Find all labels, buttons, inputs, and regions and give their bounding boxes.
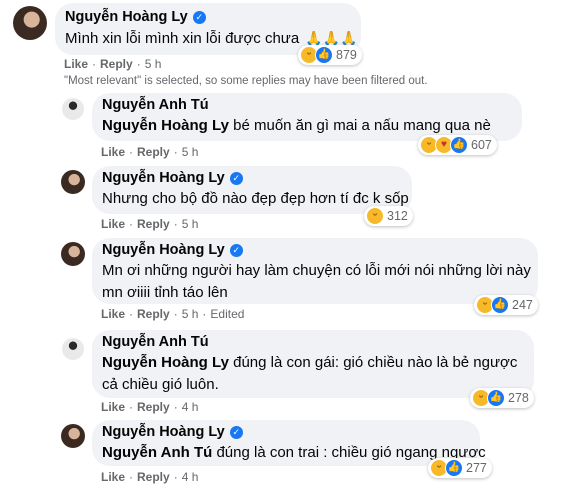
like-button[interactable]: Like xyxy=(101,217,125,231)
reaction-count: 607 xyxy=(471,138,492,152)
author-name[interactable]: Nguyễn Hoàng Ly xyxy=(102,170,225,186)
mention-tag[interactable]: Nguyễn Hoàng Ly xyxy=(102,117,229,134)
author-name[interactable]: Nguyễn Hoàng Ly xyxy=(102,242,225,258)
author-name[interactable]: Nguyễn Hoàng Ly xyxy=(102,424,225,440)
author-name[interactable]: Nguyễn Hoàng Ly xyxy=(65,9,188,25)
reply-button[interactable]: Reply xyxy=(137,307,170,321)
reaction-summary[interactable]: ᵕ 312 xyxy=(364,206,413,226)
timestamp[interactable]: 5 h xyxy=(182,217,199,231)
avatar[interactable] xyxy=(62,98,84,120)
comment-text: Nguyễn Hoàng Ly đúng là con gái: gió chi… xyxy=(102,353,517,395)
comment-body-line-2: mn ơiiii tỉnh táo lên xyxy=(102,284,228,301)
like-button[interactable]: Like xyxy=(101,470,125,484)
verified-badge-icon: ✓ xyxy=(229,425,243,439)
comment-author[interactable]: Nguyễn Anh Tú xyxy=(102,334,209,350)
comment-1: Nguyễn Hoàng Ly ✓ Mình xin lỗi mình xin … xyxy=(0,0,580,71)
comment-actions: Like · Reply · 4 h xyxy=(101,400,199,414)
comment-text: Nguyễn Hoàng Ly bé muốn ăn gì mai a nấu … xyxy=(102,116,491,136)
filter-notice: "Most relevant" is selected, so some rep… xyxy=(64,75,428,87)
reaction-count: 278 xyxy=(508,391,529,405)
reaction-count: 312 xyxy=(387,209,408,223)
reply-2: Nguyễn Hoàng Ly ✓ Nhưng cho bộ đồ nào đẹ… xyxy=(0,164,580,236)
reply-button[interactable]: Reply xyxy=(137,470,170,484)
avatar[interactable] xyxy=(62,338,84,360)
comment-body: bé muốn ăn gì mai a nấu mang qua nè xyxy=(233,117,491,134)
comment-actions: Like · Reply · 5 h xyxy=(101,217,199,231)
verified-badge-icon: ✓ xyxy=(229,171,243,185)
reply-button[interactable]: Reply xyxy=(100,57,133,71)
like-reaction-icon: 👍 xyxy=(445,459,463,477)
comment-actions: Like · Reply · 5 h xyxy=(101,145,199,159)
timestamp[interactable]: 5 h xyxy=(182,145,199,159)
comment-author[interactable]: Nguyễn Hoàng Ly ✓ xyxy=(65,9,206,25)
reply-3: Nguyễn Hoàng Ly ✓ Mn ơi những người hay … xyxy=(0,236,580,328)
author-name[interactable]: Nguyễn Anh Tú xyxy=(102,97,209,113)
verified-badge-icon: ✓ xyxy=(229,243,243,257)
comment-text: Nhưng cho bộ đồ nào đẹp đẹp hơn tí đc k … xyxy=(102,189,409,209)
reply-4: Nguyễn Anh Tú Nguyễn Hoàng Ly đúng là co… xyxy=(0,328,580,418)
reaction-count: 879 xyxy=(336,48,357,62)
reaction-summary[interactable]: ᵕ ♥ 👍 607 xyxy=(418,135,497,155)
like-reaction-icon: 👍 xyxy=(491,296,509,314)
comment-author[interactable]: Nguyễn Anh Tú xyxy=(102,97,209,113)
comment-actions: Like · Reply · 5 h · Edited xyxy=(101,307,245,321)
like-button[interactable]: Like xyxy=(101,400,125,414)
comment-body-line-1: đúng là con gái: gió chiều nào là bẻ ngư… xyxy=(233,354,518,371)
reaction-count: 277 xyxy=(466,461,487,475)
like-reaction-icon: 👍 xyxy=(487,389,505,407)
comment-text: Mn ơi những người hay làm chuyện có lỗi … xyxy=(102,261,531,303)
folded-hands-emoji: 🙏🙏🙏 xyxy=(305,30,358,46)
avatar[interactable] xyxy=(13,6,47,40)
mention-tag[interactable]: Nguyễn Hoàng Ly xyxy=(102,354,229,371)
timestamp[interactable]: 4 h xyxy=(182,470,199,484)
avatar[interactable] xyxy=(61,170,85,194)
comment-body-line-1: Mn ơi những người hay làm chuyện có lỗi … xyxy=(102,262,531,279)
reaction-summary[interactable]: ᵕ 👍 277 xyxy=(428,458,492,478)
like-reaction-icon: 👍 xyxy=(315,46,333,64)
reaction-summary[interactable]: ᵕ 👍 278 xyxy=(470,388,534,408)
comment-author[interactable]: Nguyễn Hoàng Ly ✓ xyxy=(102,424,243,440)
timestamp[interactable]: 4 h xyxy=(182,400,199,414)
comment-text: Nguyễn Anh Tú đúng là con trai : chiều g… xyxy=(102,443,486,463)
avatar[interactable] xyxy=(61,242,85,266)
reply-button[interactable]: Reply xyxy=(137,217,170,231)
mention-tag[interactable]: Nguyễn Anh Tú xyxy=(102,444,212,461)
like-reaction-icon: 👍 xyxy=(450,136,468,154)
reaction-count: 247 xyxy=(512,298,533,312)
haha-reaction-icon: ᵕ xyxy=(366,207,384,225)
comment-body: Mình xin lỗi mình xin lỗi được chưa xyxy=(65,30,300,47)
comment-author[interactable]: Nguyễn Hoàng Ly ✓ xyxy=(102,242,243,258)
like-button[interactable]: Like xyxy=(101,145,125,159)
comment-actions: Like · Reply · 4 h xyxy=(101,470,199,484)
comment-body-line-2: cả chiều gió luôn. xyxy=(102,376,219,393)
edited-label[interactable]: Edited xyxy=(210,307,244,321)
timestamp[interactable]: 5 h xyxy=(182,307,199,321)
like-button[interactable]: Like xyxy=(101,307,125,321)
author-name[interactable]: Nguyễn Anh Tú xyxy=(102,334,209,350)
reply-5: Nguyễn Hoàng Ly ✓ Nguyễn Anh Tú đúng là … xyxy=(0,418,580,488)
like-button[interactable]: Like xyxy=(64,57,88,71)
comment-body: Nhưng cho bộ đồ nào đẹp đẹp hơn tí đc k … xyxy=(102,190,409,207)
reply-button[interactable]: Reply xyxy=(137,145,170,159)
comment-actions: Like · Reply · 5 h xyxy=(64,57,162,71)
reply-button[interactable]: Reply xyxy=(137,400,170,414)
timestamp[interactable]: 5 h xyxy=(145,57,162,71)
avatar[interactable] xyxy=(61,424,85,448)
verified-badge-icon: ✓ xyxy=(192,10,206,24)
reply-1: Nguyễn Anh Tú Nguyễn Hoàng Ly bé muốn ăn… xyxy=(0,88,580,164)
reaction-summary[interactable]: ᵕ 👍 247 xyxy=(474,295,538,315)
comment-author[interactable]: Nguyễn Hoàng Ly ✓ xyxy=(102,170,243,186)
reaction-summary[interactable]: ᵕ 👍 879 xyxy=(298,45,362,65)
